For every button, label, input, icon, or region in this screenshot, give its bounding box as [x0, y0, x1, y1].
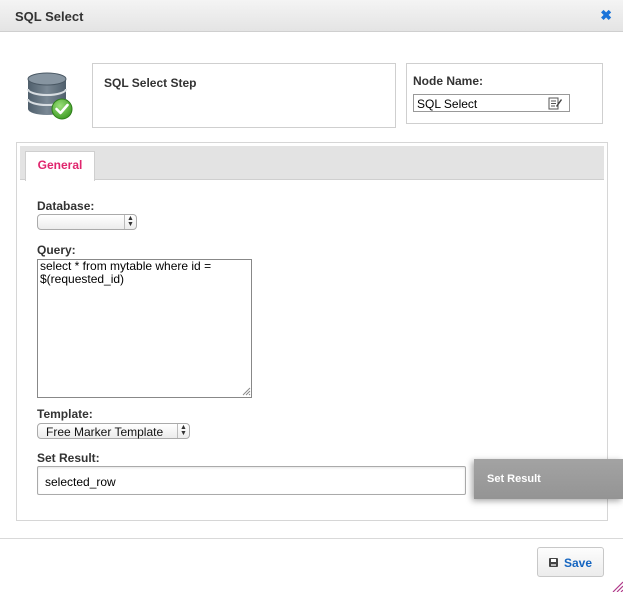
template-label: Template: [37, 407, 93, 421]
tab-bar: General [20, 146, 604, 181]
tab-general[interactable]: General [25, 151, 95, 181]
select-arrows-icon: ▲ ▼ [124, 215, 136, 229]
title-bar: SQL Select ✖ [0, 0, 623, 32]
node-name-label: Node Name: [413, 74, 484, 88]
close-icon[interactable]: ✖ [600, 8, 612, 22]
database-label: Database: [37, 199, 95, 213]
footer-divider [0, 538, 623, 539]
query-textarea[interactable]: select * from mytable where id = $(reque… [37, 259, 252, 398]
template-select[interactable]: Free Marker Template ▲ ▼ [37, 423, 190, 439]
step-info-box: SQL Select Step [92, 63, 396, 128]
edit-icon[interactable] [548, 96, 562, 110]
save-button[interactable]: Save [537, 547, 604, 577]
database-check-icon [27, 72, 73, 120]
database-select[interactable]: ▲ ▼ [37, 214, 137, 230]
select-arrows-icon: ▲ ▼ [177, 424, 189, 438]
set-result-input[interactable] [37, 466, 466, 495]
floppy-disk-icon [549, 558, 558, 567]
set-result-label: Set Result: [37, 451, 100, 465]
node-name-input[interactable] [413, 94, 570, 112]
resize-grip-icon[interactable] [241, 386, 251, 396]
window-title: SQL Select [15, 9, 84, 24]
save-label: Save [564, 556, 593, 570]
query-label: Query: [37, 243, 76, 257]
node-name-box: Node Name: [406, 63, 603, 124]
set-result-button[interactable]: Set Result [474, 459, 623, 499]
window-resize-icon[interactable] [611, 580, 623, 592]
step-label: SQL Select Step [104, 76, 197, 90]
template-value: Free Marker Template [46, 425, 164, 439]
